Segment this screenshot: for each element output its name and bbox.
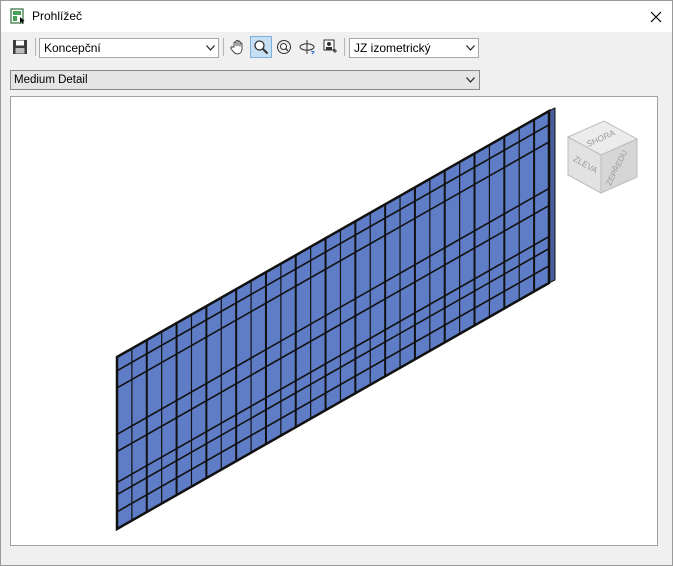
zoom-button[interactable] (250, 36, 272, 58)
curtain-wall-model: SHORA ZLEVA ZEPŘEDU (115, 107, 639, 532)
close-icon (650, 11, 662, 22)
toolbar-separator (344, 38, 345, 56)
view-orientation-select[interactable]: JZ izometrický (349, 38, 479, 58)
camera-button[interactable] (319, 36, 341, 58)
chevron-down-icon (202, 39, 218, 57)
zoom-icon (254, 40, 269, 55)
pan-icon (230, 40, 243, 55)
orbit-icon (299, 40, 315, 55)
chevron-down-icon (461, 71, 479, 89)
visual-style-select[interactable]: Koncepční (39, 38, 219, 58)
chevron-down-icon (462, 39, 478, 57)
pan-button[interactable] (227, 36, 249, 58)
toolbar-separator (35, 38, 36, 56)
title-bar: Prohlížeč (1, 1, 672, 32)
zoom-fit-icon (277, 40, 291, 54)
viewer-window: Prohlížeč Koncepční JZ izometrický Mediu… (0, 0, 673, 566)
close-button[interactable] (640, 1, 672, 32)
curtain-wall (115, 107, 556, 532)
window-title: Prohlížeč (32, 9, 83, 23)
toolbar-separator (223, 38, 224, 56)
detail-level-select[interactable]: Medium Detail (10, 70, 480, 90)
visual-style-value: Koncepční (44, 41, 101, 55)
viewcube[interactable]: SHORA ZLEVA ZEPŘEDU (566, 120, 639, 194)
zoom-fit-button[interactable] (273, 36, 295, 58)
viewer-app-icon (10, 8, 26, 24)
save-button[interactable] (9, 36, 31, 58)
toolbar: Koncepční JZ izometrický (1, 34, 672, 62)
detail-level-value: Medium Detail (14, 74, 88, 86)
view-orientation-value: JZ izometrický (354, 41, 431, 55)
3d-viewport[interactable]: SHORA ZLEVA ZEPŘEDU (10, 96, 658, 546)
camera-icon (323, 39, 337, 53)
orbit-button[interactable] (296, 36, 318, 58)
wall-face (115, 108, 551, 532)
save-icon (13, 40, 27, 54)
